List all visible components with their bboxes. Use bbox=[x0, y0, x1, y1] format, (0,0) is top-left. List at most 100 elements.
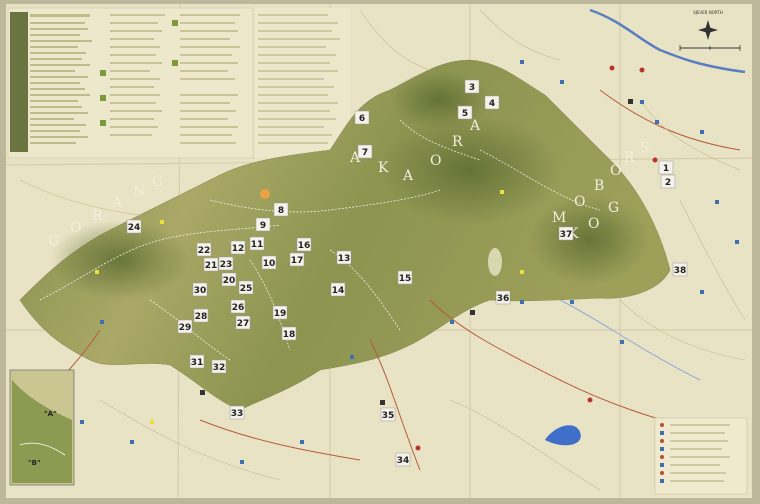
marker-number: 14 bbox=[332, 286, 345, 296]
marker-18: 18 bbox=[281, 326, 297, 341]
marker-37: 37 bbox=[558, 226, 574, 241]
marker-20: 20 bbox=[221, 272, 237, 287]
marker-38: 38 bbox=[672, 262, 688, 277]
inset-label-b: "B" bbox=[28, 459, 41, 467]
marker-29: 29 bbox=[177, 319, 193, 334]
marker-number: 1 bbox=[663, 164, 669, 174]
marker-number: 12 bbox=[232, 244, 245, 254]
marker-number: 38 bbox=[674, 266, 687, 276]
marker-36: 36 bbox=[495, 290, 511, 305]
marker-number: 15 bbox=[399, 274, 412, 284]
mountain-label-letter: A bbox=[469, 118, 482, 134]
marker-number: 19 bbox=[274, 309, 287, 319]
marker-number: 5 bbox=[462, 109, 468, 119]
marker-number: 32 bbox=[213, 363, 226, 373]
mountain-label-letter: G bbox=[48, 233, 61, 249]
marker-28: 28 bbox=[193, 308, 209, 323]
mountain-label-letter: N bbox=[133, 184, 147, 200]
mountain-label-letter: C bbox=[152, 174, 165, 190]
trail-map: GORANCAKAORAMOBORSKOG "A" "B" SJEVER NOR… bbox=[0, 0, 760, 504]
marker-number: 17 bbox=[291, 256, 304, 266]
mountain-label-letter: A bbox=[402, 168, 415, 184]
map-canvas: GORANCAK AORAMOBORSKOG "A" "B" SJEVER NO… bbox=[0, 0, 760, 504]
marker-number: 24 bbox=[128, 223, 141, 233]
marker-number: 4 bbox=[489, 99, 495, 109]
marker-number: 22 bbox=[198, 246, 211, 256]
marker-14: 14 bbox=[330, 282, 346, 297]
marker-6: 6 bbox=[354, 110, 370, 125]
marker-34: 34 bbox=[395, 452, 411, 467]
marker-number: 11 bbox=[251, 240, 264, 250]
marker-22: 22 bbox=[196, 242, 212, 257]
marker-12: 12 bbox=[230, 240, 246, 255]
marker-10: 10 bbox=[261, 255, 277, 270]
symbol-legend bbox=[654, 417, 748, 495]
marker-number: 26 bbox=[232, 303, 245, 313]
marker-7: 7 bbox=[357, 144, 373, 159]
marker-4: 4 bbox=[484, 95, 500, 110]
mountain-label-letter: O bbox=[610, 163, 623, 179]
marker-number: 18 bbox=[283, 330, 296, 340]
marker-16: 16 bbox=[296, 237, 312, 252]
marker-number: 33 bbox=[231, 409, 244, 419]
marker-number: 21 bbox=[205, 261, 218, 271]
marker-24: 24 bbox=[126, 219, 142, 234]
marker-number: 16 bbox=[298, 241, 311, 251]
marker-number: 28 bbox=[195, 312, 208, 322]
marker-number: 37 bbox=[560, 230, 573, 240]
marker-number: 36 bbox=[497, 294, 510, 304]
marker-number: 3 bbox=[469, 83, 475, 93]
mountain-label-letter: A bbox=[111, 195, 124, 211]
mountain-label-letter: M bbox=[552, 210, 568, 226]
marker-number: 31 bbox=[191, 358, 204, 368]
marker-number: 6 bbox=[359, 114, 365, 124]
inset-map: "A" "B" bbox=[9, 369, 75, 486]
mountain-label-letter: S bbox=[640, 140, 652, 156]
marker-8: 8 bbox=[273, 202, 289, 217]
mountain-label-letter: O bbox=[588, 216, 601, 232]
light-glare bbox=[260, 189, 270, 199]
marker-1: 1 bbox=[658, 160, 674, 175]
marker-17: 17 bbox=[289, 252, 305, 267]
marker-number: 27 bbox=[237, 319, 250, 329]
marker-21: 21 bbox=[203, 257, 219, 272]
marker-number: 20 bbox=[223, 276, 236, 286]
marker-3: 3 bbox=[464, 79, 480, 94]
marker-31: 31 bbox=[189, 354, 205, 369]
legend-panel bbox=[7, 7, 254, 159]
marker-27: 27 bbox=[235, 315, 251, 330]
marker-15: 15 bbox=[397, 270, 413, 285]
marker-23: 23 bbox=[218, 256, 234, 271]
lake bbox=[488, 248, 502, 276]
marker-13: 13 bbox=[336, 250, 352, 265]
marker-9: 9 bbox=[255, 217, 271, 232]
mountain-label-letter: O bbox=[574, 194, 587, 210]
marker-19: 19 bbox=[272, 305, 288, 320]
marker-2: 2 bbox=[660, 174, 676, 189]
marker-number: 9 bbox=[260, 221, 266, 231]
marker-30: 30 bbox=[192, 282, 208, 297]
mountain-label-letter: O bbox=[430, 153, 443, 169]
inset-label-a: "A" bbox=[44, 410, 57, 418]
marker-26: 26 bbox=[230, 299, 246, 314]
ridge-shading bbox=[530, 195, 650, 285]
marker-number: 13 bbox=[338, 254, 351, 264]
mountain-label-letter: R bbox=[452, 134, 465, 150]
mountain-label-letter: G bbox=[608, 200, 621, 216]
marker-number: 35 bbox=[382, 411, 395, 421]
marker-number: 2 bbox=[665, 178, 671, 188]
marker-32: 32 bbox=[211, 359, 227, 374]
mountain-label-letter: O bbox=[70, 220, 83, 236]
marker-number: 29 bbox=[179, 323, 192, 333]
marker-number: 10 bbox=[263, 259, 276, 269]
marker-number: 30 bbox=[194, 286, 207, 296]
marker-number: 23 bbox=[220, 260, 233, 270]
compass-label: SJEVER NORTH bbox=[693, 10, 723, 15]
mountain-label-letter: R bbox=[624, 150, 637, 166]
marker-5: 5 bbox=[457, 105, 473, 120]
marker-11: 11 bbox=[249, 236, 265, 251]
marker-25: 25 bbox=[238, 280, 254, 295]
mountain-label-letter: K bbox=[378, 160, 390, 176]
trail-list-panel bbox=[255, 8, 350, 158]
marker-number: 25 bbox=[240, 284, 253, 294]
